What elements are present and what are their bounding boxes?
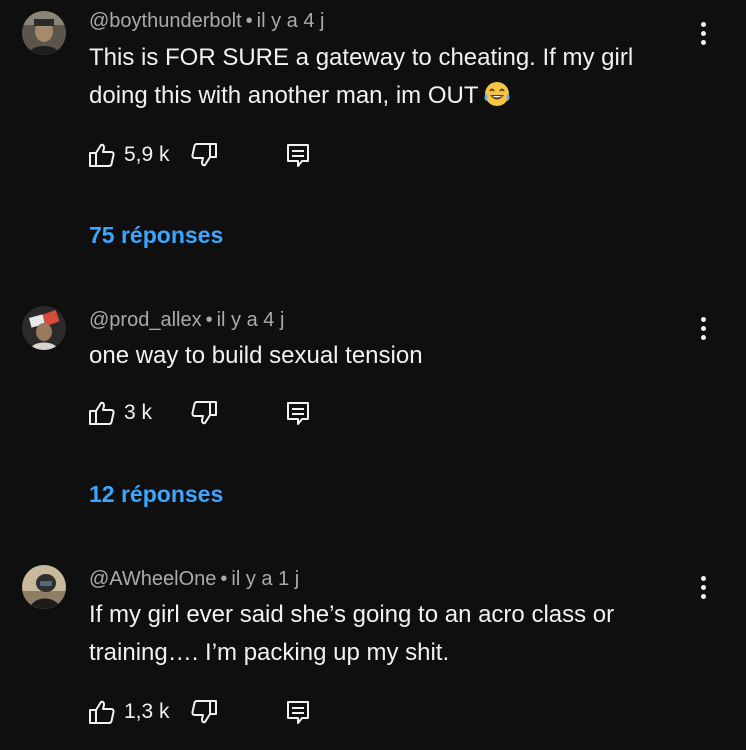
author-name[interactable]: @prod_allex [89, 309, 202, 331]
meta-separator: • [205, 309, 213, 331]
meta-separator: • [220, 568, 228, 590]
comment-text-content: one way to build sexual tension [89, 342, 423, 369]
more-options-button[interactable] [690, 572, 716, 602]
comment-text-content: If my girl ever said she’s going to an a… [89, 601, 615, 666]
dislike-button[interactable] [190, 141, 218, 169]
like-count: 3 k [124, 401, 153, 424]
thumbs-up-icon [89, 143, 115, 167]
thumbs-up-icon [89, 700, 115, 724]
more-vertical-icon [700, 575, 706, 581]
reply-button[interactable] [284, 141, 312, 169]
comment-text-content: This is FOR SURE a gateway to cheating. … [89, 44, 634, 109]
comment-meta: @boythunderbolt • il y a 4 j [89, 10, 324, 33]
thumbs-up-icon [89, 401, 115, 425]
author-name[interactable]: @AWheelOne [89, 568, 216, 590]
tears-of-joy-emoji [483, 80, 511, 108]
like-button[interactable] [88, 698, 116, 726]
avatar[interactable] [22, 11, 66, 55]
reply-comment-icon [287, 402, 309, 425]
like-button[interactable] [88, 141, 116, 169]
comment-text: one way to build sexual tension [89, 337, 689, 375]
author-name[interactable]: @boythunderbolt [89, 10, 242, 32]
reply-button[interactable] [284, 698, 312, 726]
comment-meta: @AWheelOne • il y a 1 j [89, 568, 299, 591]
view-replies-link[interactable]: 12 réponses [89, 481, 223, 508]
reply-button[interactable] [284, 399, 312, 427]
thumbs-down-icon [191, 143, 217, 167]
comment-text: This is FOR SURE a gateway to cheating. … [89, 39, 689, 115]
reply-comment-icon [287, 144, 309, 167]
more-options-button[interactable] [690, 18, 716, 48]
avatar[interactable] [22, 565, 66, 609]
comment-meta: @prod_allex • il y a 4 j [89, 309, 284, 332]
thumbs-down-icon [191, 700, 217, 724]
more-options-button[interactable] [690, 313, 716, 343]
more-vertical-icon [700, 316, 706, 322]
like-count: 1,3 k [124, 700, 170, 723]
meta-separator: • [245, 10, 253, 32]
like-button[interactable] [88, 399, 116, 427]
dislike-button[interactable] [190, 698, 218, 726]
comment-time: il y a 1 j [231, 568, 300, 590]
thumbs-down-icon [191, 401, 217, 425]
reply-comment-icon [287, 701, 309, 724]
comment-text: If my girl ever said she’s going to an a… [89, 596, 689, 672]
comment-time: il y a 4 j [216, 309, 285, 331]
avatar[interactable] [22, 306, 66, 350]
like-count: 5,9 k [124, 143, 170, 166]
dislike-button[interactable] [190, 399, 218, 427]
view-replies-link[interactable]: 75 réponses [89, 222, 223, 249]
comment-time: il y a 4 j [256, 10, 325, 32]
more-vertical-icon [700, 21, 706, 27]
